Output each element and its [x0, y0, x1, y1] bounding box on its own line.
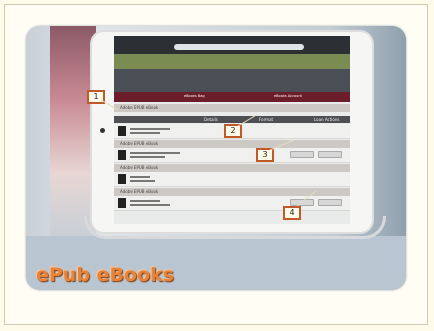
slide-card: eBooks Bag eBooks Account Adobe EPUB eBo…	[26, 26, 406, 290]
callout-arrows	[100, 99, 317, 207]
slide-title: ePub eBooks	[36, 264, 174, 286]
ipad-photo: eBooks Bag eBooks Account Adobe EPUB eBo…	[26, 26, 406, 239]
